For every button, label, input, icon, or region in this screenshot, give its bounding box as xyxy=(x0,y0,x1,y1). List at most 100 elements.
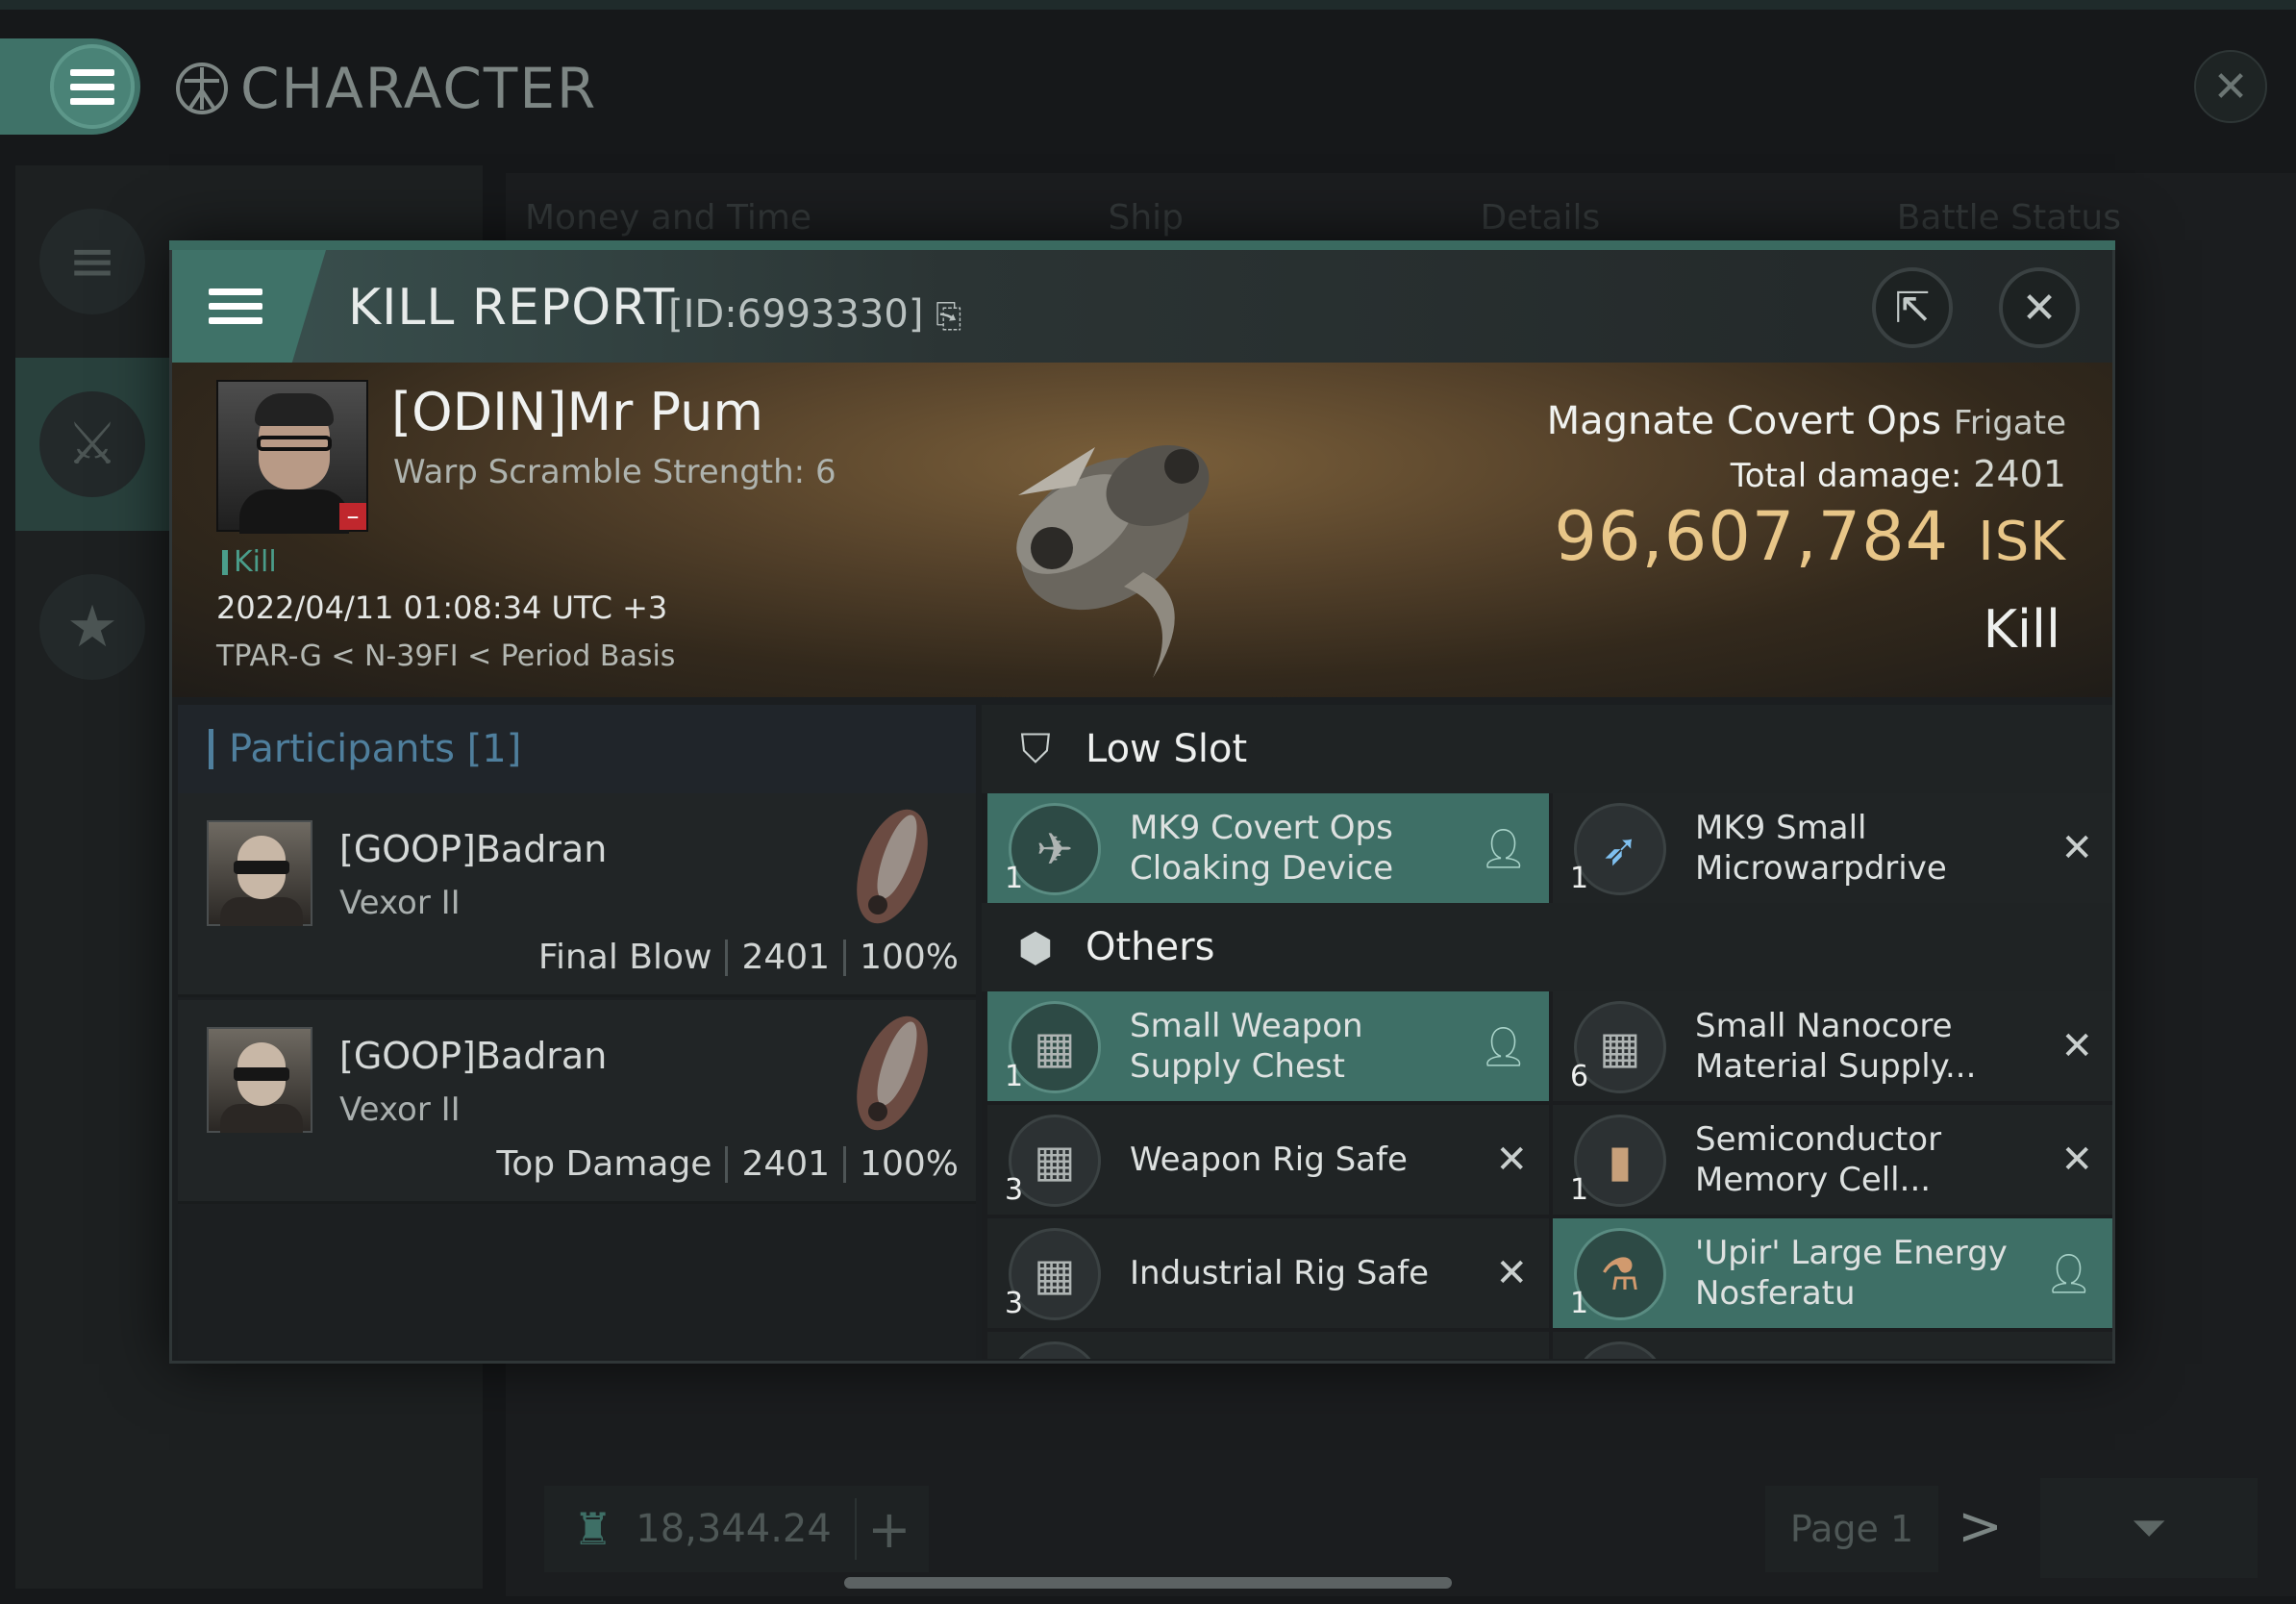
item-icon xyxy=(1009,1341,1101,1359)
item-name: 'Upir' Large Energy Nosferatu xyxy=(1695,1234,2008,1313)
participant-ship-icon xyxy=(857,1015,928,1131)
result-label: Kill xyxy=(1983,599,2060,660)
item-name: Small Nanocore Material Supply... xyxy=(1695,1007,1977,1086)
participant-ship-icon xyxy=(857,809,928,924)
participant-name: [GOOP]Badran xyxy=(339,1035,608,1077)
isk-value: 96,607,784 ISK xyxy=(1554,497,2066,576)
list-icon: ≡ xyxy=(39,209,145,314)
crossed-swords-icon: ⚔ xyxy=(39,391,145,497)
add-funds-button[interactable]: + xyxy=(854,1498,922,1560)
fit-item[interactable]: ▦ 6 Small Nanocore Material Supply... ✕ xyxy=(1553,991,2112,1101)
rail-menu-button[interactable]: ≡ xyxy=(15,175,169,348)
item-qty: 1 xyxy=(1005,1060,1024,1093)
participant-role: Final Blow xyxy=(537,938,712,977)
dropped-person-icon: 👤︎ xyxy=(2044,1251,2093,1296)
low-slot-title: Low Slot xyxy=(1086,727,1248,771)
filter-icon: ⏷ xyxy=(2131,1501,2167,1553)
ship-name: Magnate Covert Ops xyxy=(1546,399,1942,443)
app-close-button[interactable]: ✕ xyxy=(2194,50,2267,123)
fit-item[interactable]: ⚗ 1 'Upir' Large Energy Nosferatu 👤︎ xyxy=(1553,1218,2112,1328)
participant-avatar[interactable] xyxy=(207,1027,312,1133)
destroyed-x-icon: ✕ xyxy=(2060,1138,2093,1182)
item-icon xyxy=(1574,1341,1666,1359)
report-menu-button[interactable] xyxy=(172,250,326,363)
item-name: MK9 Small Microwarpdrive xyxy=(1695,809,1947,888)
participant-row[interactable]: [GOOP]Badran Vexor II Final Blow 2401 10… xyxy=(178,793,976,997)
participants-title: Participants [1] xyxy=(229,727,522,771)
page-indicator: Page 1 xyxy=(1765,1486,1938,1572)
wallet-amount: 18,344.24 xyxy=(636,1507,832,1551)
participant-percent: 100% xyxy=(860,938,959,977)
vitruvian-icon xyxy=(176,63,228,114)
filter-button[interactable]: ⏷ xyxy=(2040,1478,2258,1578)
next-page-button[interactable]: > xyxy=(1958,1495,2003,1558)
warp-scramble-strength: Warp Scramble Strength: 6 xyxy=(393,453,836,491)
menu-icon xyxy=(50,44,135,129)
share-button[interactable]: ⇱ xyxy=(1872,267,1953,348)
fit-item-partial[interactable] xyxy=(1553,1332,2112,1359)
total-damage: Total damage: 2401 xyxy=(1731,453,2066,495)
destroyed-x-icon: ✕ xyxy=(1495,1251,1528,1295)
victim-portrait[interactable]: – xyxy=(216,380,368,534)
isk-unit: ISK xyxy=(1978,511,2066,573)
item-qty: 1 xyxy=(1005,862,1024,895)
low-slot-header: ⛉ Low Slot xyxy=(982,705,2112,793)
item-name: MK9 Covert Ops Cloaking Device xyxy=(1130,809,1394,888)
item-qty: 1 xyxy=(1570,1173,1589,1207)
fit-item[interactable]: ▮ 1 Semiconductor Memory Cell... ✕ xyxy=(1553,1105,2112,1215)
tab-money-and-time[interactable]: Money and Time xyxy=(525,198,811,238)
fit-item[interactable]: ▦ 3 Weapon Rig Safe ✕ xyxy=(987,1105,1549,1215)
fit-item-partial[interactable] xyxy=(987,1332,1549,1359)
rail-combat-button[interactable]: ⚔ xyxy=(15,358,169,531)
ship-render xyxy=(1016,444,1210,678)
box-icon: ⬢ xyxy=(1017,923,1054,971)
tab-ship[interactable]: Ship xyxy=(1109,198,1185,238)
dropped-person-icon: 👤︎ xyxy=(1479,1024,1528,1069)
item-name: Semiconductor Memory Cell... xyxy=(1695,1120,1942,1199)
tab-battle-status[interactable]: Battle Status xyxy=(1897,198,2121,238)
fit-item[interactable]: ➶ 1 MK9 Small Microwarpdrive ✕ xyxy=(1553,793,2112,903)
copy-icon[interactable]: ⎘ xyxy=(936,297,961,336)
fit-item[interactable]: ▦ 1 Small Weapon Supply Chest 👤︎ xyxy=(987,991,1549,1101)
ship-class: Frigate xyxy=(1953,404,2066,442)
fitting-panel: ⛉ Low Slot ✈ 1 MK9 Covert Ops Cloaking D… xyxy=(982,705,2112,1359)
destroyed-x-icon: ✕ xyxy=(2060,826,2093,870)
item-name: Industrial Rig Safe xyxy=(1130,1254,1430,1292)
kill-report-modal: KILL REPORT [ID:6993330] ⎘ ⇱ ✕ – [ODIN]M… xyxy=(169,240,2115,1364)
footer-bar: ♜ 18,344.24 + Page 1 > ⏷ xyxy=(544,1478,2275,1578)
app-title-text: CHARACTER xyxy=(240,56,598,121)
kill-location[interactable]: TPAR-G < N-39FI < Period Basis xyxy=(216,639,675,673)
ship-type[interactable]: Magnate Covert Ops Frigate xyxy=(1547,399,2066,443)
report-title: KILL REPORT xyxy=(348,279,676,337)
isk-amount: 96,607,784 xyxy=(1554,497,1950,576)
fit-item[interactable]: ✈ 1 MK9 Covert Ops Cloaking Device 👤︎ xyxy=(987,793,1549,903)
low-slot-icon: ⛉ xyxy=(1020,725,1051,772)
item-name: Small Weapon Supply Chest xyxy=(1130,1007,1363,1086)
participant-role: Top Damage xyxy=(496,1144,712,1184)
victim-name[interactable]: [ODIN]Mr Pum xyxy=(391,382,763,442)
report-close-button[interactable]: ✕ xyxy=(1999,267,2080,348)
dropped-person-icon: 👤︎ xyxy=(1479,826,1528,871)
wallet-icon: ♜ xyxy=(573,1503,613,1555)
item-qty: 1 xyxy=(1570,862,1589,895)
fit-item[interactable]: ▦ 3 Industrial Rig Safe ✕ xyxy=(987,1218,1549,1328)
background-tabs: Money and Time Ship Details Battle Statu… xyxy=(525,198,2121,238)
main-menu-button[interactable] xyxy=(0,38,140,135)
close-icon: ✕ xyxy=(2212,62,2249,112)
report-id[interactable]: [ID:6993330] ⎘ xyxy=(668,292,961,337)
tab-details[interactable]: Details xyxy=(1480,198,1600,238)
participant-damage: 2401 xyxy=(741,1144,831,1184)
rail-star-button[interactable]: ★ xyxy=(15,540,169,714)
participants-panel: Participants [1] [GOOP]Badran Vexor II F… xyxy=(178,705,976,1359)
victim-banner: – [ODIN]Mr Pum Warp Scramble Strength: 6… xyxy=(172,363,2112,697)
item-qty: 6 xyxy=(1570,1060,1589,1093)
participants-header[interactable]: Participants [1] xyxy=(178,705,976,793)
participant-row[interactable]: [GOOP]Badran Vexor II Top Damage 2401 10… xyxy=(178,1000,976,1204)
scrollbar[interactable] xyxy=(844,1577,1452,1589)
participant-stats: Top Damage 2401 100% xyxy=(496,1144,959,1184)
total-damage-label: Total damage: xyxy=(1730,457,1962,495)
external-link-icon: ⇱ xyxy=(1894,283,1931,333)
star-icon: ★ xyxy=(39,574,145,680)
participant-avatar[interactable] xyxy=(207,820,312,926)
participant-name: [GOOP]Badran xyxy=(339,828,608,870)
